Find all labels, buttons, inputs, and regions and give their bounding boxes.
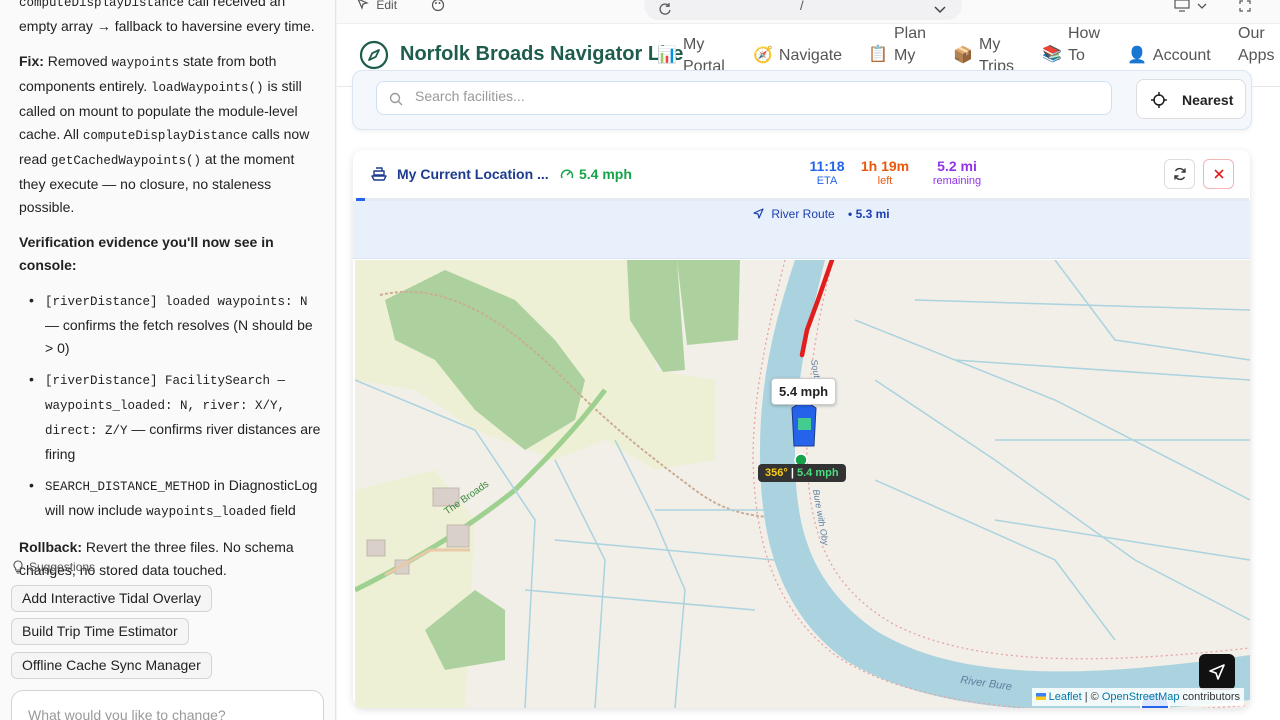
close-button[interactable] (1203, 159, 1234, 189)
chat-paragraph-rollback: Rollback: Revert the three files. No sch… (19, 539, 294, 578)
search-icon (389, 92, 403, 106)
preview-toolbar: Edit / (337, 0, 1280, 24)
chat-panel: computeDisplayDistance call received an … (0, 0, 336, 720)
monitor-icon[interactable] (1174, 0, 1190, 12)
suggestion-chip[interactable]: Add Interactive Tidal Overlay (11, 585, 212, 612)
nav-our-apps[interactable]: Our Apps (1238, 23, 1280, 67)
wood-area (677, 260, 740, 345)
speed-tooltip: 5.4 mph (771, 378, 837, 405)
cursor-icon (357, 0, 369, 10)
url-path: / (800, 0, 804, 13)
chat-message: computeDisplayDistance call received an … (19, 0, 324, 615)
river-bure (760, 260, 1250, 708)
current-location-label: My Current Location ... (397, 166, 549, 182)
app-brand[interactable]: Norfolk Broads Navigator Lite (400, 43, 683, 66)
trip-status-bar: My Current Location ... 5.4 mph 11:18 ET… (353, 150, 1250, 198)
palette-icon[interactable] (431, 0, 445, 15)
compass-icon[interactable] (359, 40, 389, 70)
edit-button[interactable]: Edit (357, 0, 397, 12)
boat-icon (371, 167, 387, 181)
map-tiles[interactable]: The Broads River Bure Bure with Oby Sout… (355, 260, 1250, 708)
suggestions-heading: Suggestions (12, 560, 95, 574)
chevron-down-icon[interactable] (1197, 3, 1207, 9)
osm-link[interactable]: OpenStreetMap (1102, 691, 1180, 703)
river-map[interactable]: The Broads River Bure Bure with Oby Sout… (355, 260, 1250, 708)
inline-code: computeDisplayDistance (82, 129, 248, 143)
heading-tooltip: 356° | 5.4 mph (758, 464, 846, 482)
search-input[interactable] (415, 88, 1095, 104)
navigation-card: My Current Location ... 5.4 mph 11:18 ET… (353, 150, 1250, 708)
time-left-stat: 1h 19m left (860, 158, 910, 187)
close-icon (1213, 169, 1224, 179)
refresh-icon (1173, 167, 1186, 181)
fix-label: Fix: (19, 53, 44, 69)
chart-icon: 📊 (657, 47, 677, 64)
navigation-arrow-icon (1209, 664, 1225, 680)
inline-code: loadWaypoints() (151, 81, 264, 95)
leaflet-link[interactable]: Leaflet (1049, 691, 1082, 703)
list-item: [riverDistance] loaded waypoints: N — co… (19, 289, 324, 360)
remaining-stat: 5.2 mi remaining (932, 158, 982, 187)
list-item: SEARCH_DISTANCE_METHOD in DiagnosticLog … (19, 474, 324, 524)
fullscreen-icon[interactable] (1239, 0, 1251, 12)
refresh-icon[interactable] (658, 2, 672, 16)
app-preview: Edit / Norfolk Broads Navigator Lite 📊 M… (337, 0, 1280, 720)
rollback-label: Rollback: (19, 539, 83, 555)
search-field[interactable] (376, 81, 1112, 115)
current-speed: 5.4 mph (579, 166, 632, 182)
gauge-icon (560, 169, 574, 179)
chat-input-placeholder: What would you like to change? (28, 707, 226, 720)
nav-account[interactable]: 👤 Account (1127, 45, 1211, 67)
suggestion-chip[interactable]: Offline Cache Sync Manager (11, 652, 212, 679)
chat-input[interactable]: What would you like to change? (11, 690, 324, 720)
eta-stat: 11:18 ETA (809, 158, 845, 187)
nearest-button[interactable]: Nearest (1136, 79, 1246, 119)
inline-code: getCachedWaypoints() (50, 154, 201, 168)
box-icon: 📦 (953, 47, 973, 64)
suggestion-chip[interactable]: Build Trip Time Estimator (11, 618, 189, 645)
locate-button[interactable] (1199, 654, 1235, 690)
chevron-down-icon[interactable] (934, 6, 946, 14)
clipboard-icon: 📋 (868, 46, 888, 63)
verify-heading: Verification evidence you'll now see in … (19, 234, 274, 273)
ukraine-flag-icon (1035, 693, 1046, 700)
list-item: [riverDistance] FacilitySearch — waypoin… (19, 368, 324, 466)
url-bar[interactable]: / (644, 0, 962, 20)
navigation-arrow-icon (753, 208, 764, 219)
lightbulb-icon (13, 560, 23, 574)
map-attribution: Leaflet | © OpenStreetMap contributors (1031, 688, 1244, 706)
inline-code: computeDisplayDistance (19, 0, 185, 10)
route-distance: • 5.3 mi (848, 207, 890, 221)
verify-list: [riverDistance] loaded waypoints: N — co… (19, 289, 324, 524)
route-type-label: River Route (771, 207, 835, 221)
inline-code: waypoints (111, 56, 180, 70)
crosshair-icon (1151, 92, 1167, 108)
nav-navigate[interactable]: 🧭 Navigate (753, 45, 842, 67)
chat-paragraph-fix: Fix: Removed waypoints state from both c… (19, 53, 310, 215)
user-icon: 👤 (1127, 47, 1147, 64)
route-info-bar: River Route • 5.3 mi (353, 201, 1250, 259)
chat-paragraph-intro: computeDisplayDistance call received an … (19, 0, 324, 38)
refresh-button[interactable] (1164, 159, 1195, 189)
compass-icon: 🧭 (753, 47, 773, 64)
facility-search-card: Nearest (352, 70, 1252, 130)
books-icon: 📚 (1042, 46, 1062, 63)
